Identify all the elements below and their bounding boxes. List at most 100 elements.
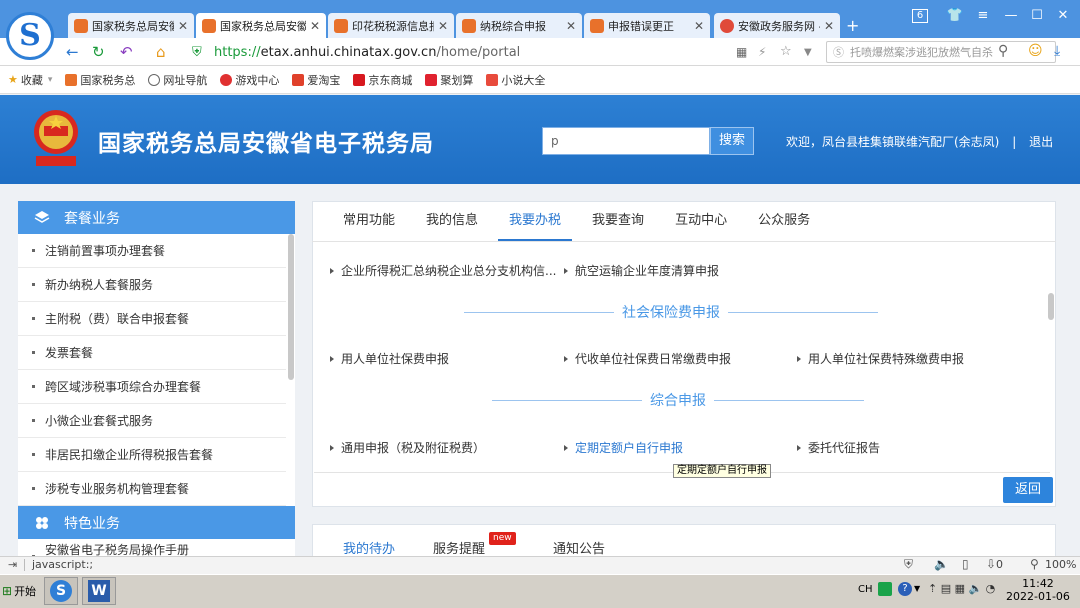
section-featured-business[interactable]: 特色业务 (18, 506, 295, 539)
taskbar-word-app[interactable]: W (82, 577, 116, 605)
left-panel-scrollbar[interactable] (288, 234, 294, 380)
tray-icons[interactable]: ⇡ ▤ ▦ 🔈 ◔ (928, 582, 995, 595)
service-link[interactable]: 企业所得税汇总纳税企业总分支机构信... (330, 262, 556, 279)
shirt-skin-icon[interactable]: 👕 (944, 8, 966, 23)
refresh-icon[interactable]: ↻ (92, 43, 105, 61)
tab-query[interactable]: 我要查询 (581, 200, 655, 241)
star-icon[interactable]: ☆ (780, 44, 792, 59)
main-panel-scrollbar[interactable] (1048, 293, 1054, 320)
language-indicator[interactable]: CH (858, 584, 873, 595)
browser-logo-icon[interactable]: S (6, 12, 54, 60)
logout-link[interactable]: 退出 (1029, 135, 1053, 149)
tooltip: 定期定额户自行申报 (673, 464, 771, 478)
close-tab-icon[interactable]: ✕ (566, 19, 576, 33)
speaker-icon[interactable]: 🔈 (934, 557, 949, 571)
search-icon[interactable]: ⚲ (998, 43, 1008, 59)
browser-tab[interactable]: 印花税税源信息报 ✕ (328, 13, 454, 38)
service-link[interactable]: 通用申报（税及附征税费） (330, 439, 485, 456)
service-link[interactable]: 代收单位社保费日常缴费申报 (564, 350, 731, 367)
bookmark-item[interactable]: 聚划算 (425, 72, 473, 88)
chevron-down-icon: ▾ (47, 74, 53, 85)
browser-tab[interactable]: 国家税务总局安徽 ✕ (68, 13, 194, 38)
system-clock[interactable]: 11:42 2022-01-06 (1006, 577, 1070, 603)
browser-tab-active[interactable]: 国家税务总局安徽 ✕ (196, 13, 326, 38)
chevron-down-icon[interactable]: ▼ (804, 47, 812, 58)
section-package-business[interactable]: 套餐业务 (18, 201, 295, 234)
list-item[interactable]: 发票套餐 (18, 336, 286, 370)
close-tab-icon[interactable]: ✕ (824, 19, 834, 33)
url-field[interactable]: https://etax.anhui.chinatax.gov.cn/home/… (214, 41, 844, 63)
close-tab-icon[interactable]: ✕ (310, 19, 320, 33)
service-link-hovered[interactable]: 定期定额户自行申报 (564, 439, 683, 456)
bookmark-item[interactable]: 国家税务总 (65, 72, 135, 88)
service-link[interactable]: 用人单位社保费特殊缴费申报 (797, 350, 964, 367)
qr-code-icon[interactable]: ▦ (736, 45, 747, 59)
bookmark-item[interactable]: 京东商城 (353, 72, 412, 88)
tab-common-functions[interactable]: 常用功能 (332, 200, 406, 241)
help-icon[interactable]: ? (898, 582, 912, 596)
list-item[interactable]: 安徽省电子税务局操作手册 (18, 539, 286, 556)
list-item[interactable]: 跨区域涉税事项综合办理套餐 (18, 370, 286, 404)
maximize-icon[interactable]: ☐ (1026, 8, 1048, 23)
new-badge: new (489, 532, 516, 545)
browser-search-input[interactable]: Ⓢ 托喷爆燃案涉逃犯放燃气自杀 (826, 41, 1056, 63)
list-item[interactable]: 注销前置事项办理套餐 (18, 234, 286, 268)
list-item[interactable]: 小微企业套餐式服务 (18, 404, 286, 438)
undo-icon[interactable]: ↶ (120, 43, 133, 61)
tab-public-service[interactable]: 公众服务 (747, 200, 821, 241)
browser-tab[interactable]: 纳税综合申报 ✕ (456, 13, 582, 38)
lightning-icon[interactable]: ⚡ (758, 45, 766, 59)
bookmark-item[interactable]: 游戏中心 (220, 72, 279, 88)
triangle-bullet-icon (564, 267, 568, 274)
home-icon[interactable]: ⌂ (156, 43, 166, 61)
chevron-down-icon[interactable]: ▼ (914, 584, 920, 593)
smiley-icon[interactable]: ☺ (1028, 43, 1043, 59)
zoom-level[interactable]: 100% (1045, 558, 1076, 571)
tab-notice[interactable]: 通知公告 (553, 538, 605, 557)
service-link[interactable]: 委托代征报告 (797, 439, 880, 456)
shield-icon[interactable]: ⛨ (904, 557, 913, 572)
tab-interaction[interactable]: 互动中心 (664, 200, 738, 241)
browser-tab[interactable]: 安徽政务服务网 - ✕ (714, 13, 840, 38)
tab-my-todo[interactable]: 我的待办 (343, 538, 395, 557)
service-link[interactable]: 用人单位社保费申报 (330, 350, 449, 367)
close-tab-icon[interactable]: ✕ (178, 19, 188, 33)
new-tab-icon[interactable]: + (846, 16, 859, 35)
service-link[interactable]: 航空运输企业年度清算申报 (564, 262, 719, 279)
list-item[interactable]: 非居民扣缴企业所得税报告套餐 (18, 438, 286, 472)
triangle-bullet-icon (797, 355, 801, 362)
start-button[interactable]: ⊞ 开始 (2, 578, 40, 604)
close-window-icon[interactable]: ✕ (1052, 8, 1074, 23)
close-tab-icon[interactable]: ✕ (438, 19, 448, 33)
gov-favicon-icon (720, 18, 734, 33)
back-button[interactable]: 返回 (1003, 477, 1053, 503)
browser-tab[interactable]: 申报错误更正 ✕ (584, 13, 710, 38)
minimize-icon[interactable]: — (1000, 8, 1022, 23)
sidebar-toggle-icon[interactable]: ⇥ (8, 558, 17, 571)
phone-icon[interactable]: ▯ (962, 557, 969, 571)
bookmark-favorites[interactable]: ★ 收藏 ▾ (8, 72, 52, 88)
site-title: 国家税务总局安徽省电子税务局 (98, 131, 434, 157)
tab-tax-handling[interactable]: 我要办税 (498, 200, 573, 241)
tab-service-reminder[interactable]: 服务提醒 (433, 538, 485, 557)
bookmark-item[interactable]: 小说大全 (486, 72, 545, 88)
zoom-icon[interactable]: ⚲ (1030, 557, 1039, 571)
close-tab-icon[interactable]: ✕ (694, 19, 704, 33)
tab-count-badge[interactable]: 6 (912, 9, 928, 23)
list-item[interactable]: 涉税专业服务机构管理套餐 (18, 472, 286, 506)
site-search-button[interactable]: 搜索 (710, 127, 754, 155)
list-item[interactable]: 主附税（费）联合申报套餐 (18, 302, 286, 336)
back-arrow-icon[interactable]: ← (66, 43, 79, 61)
site-search-input[interactable]: p (542, 127, 710, 155)
list-item[interactable]: 新办纳税人套餐服务 (18, 268, 286, 302)
taskbar-browser-app[interactable]: S (44, 577, 78, 605)
tab-my-info[interactable]: 我的信息 (415, 200, 489, 241)
download-icon[interactable]: ⤓ (1054, 43, 1060, 59)
menu-icon[interactable]: ≡ (972, 8, 994, 23)
status-text: javascript:; (32, 558, 94, 571)
windows-logo-icon: ⊞ (2, 584, 13, 598)
bookmark-item[interactable]: 爱淘宝 (292, 72, 340, 88)
ime-icon[interactable] (878, 582, 892, 596)
bookmark-item[interactable]: 网址导航 (148, 72, 207, 88)
download-manager-icon[interactable]: ⇩ (986, 557, 996, 571)
